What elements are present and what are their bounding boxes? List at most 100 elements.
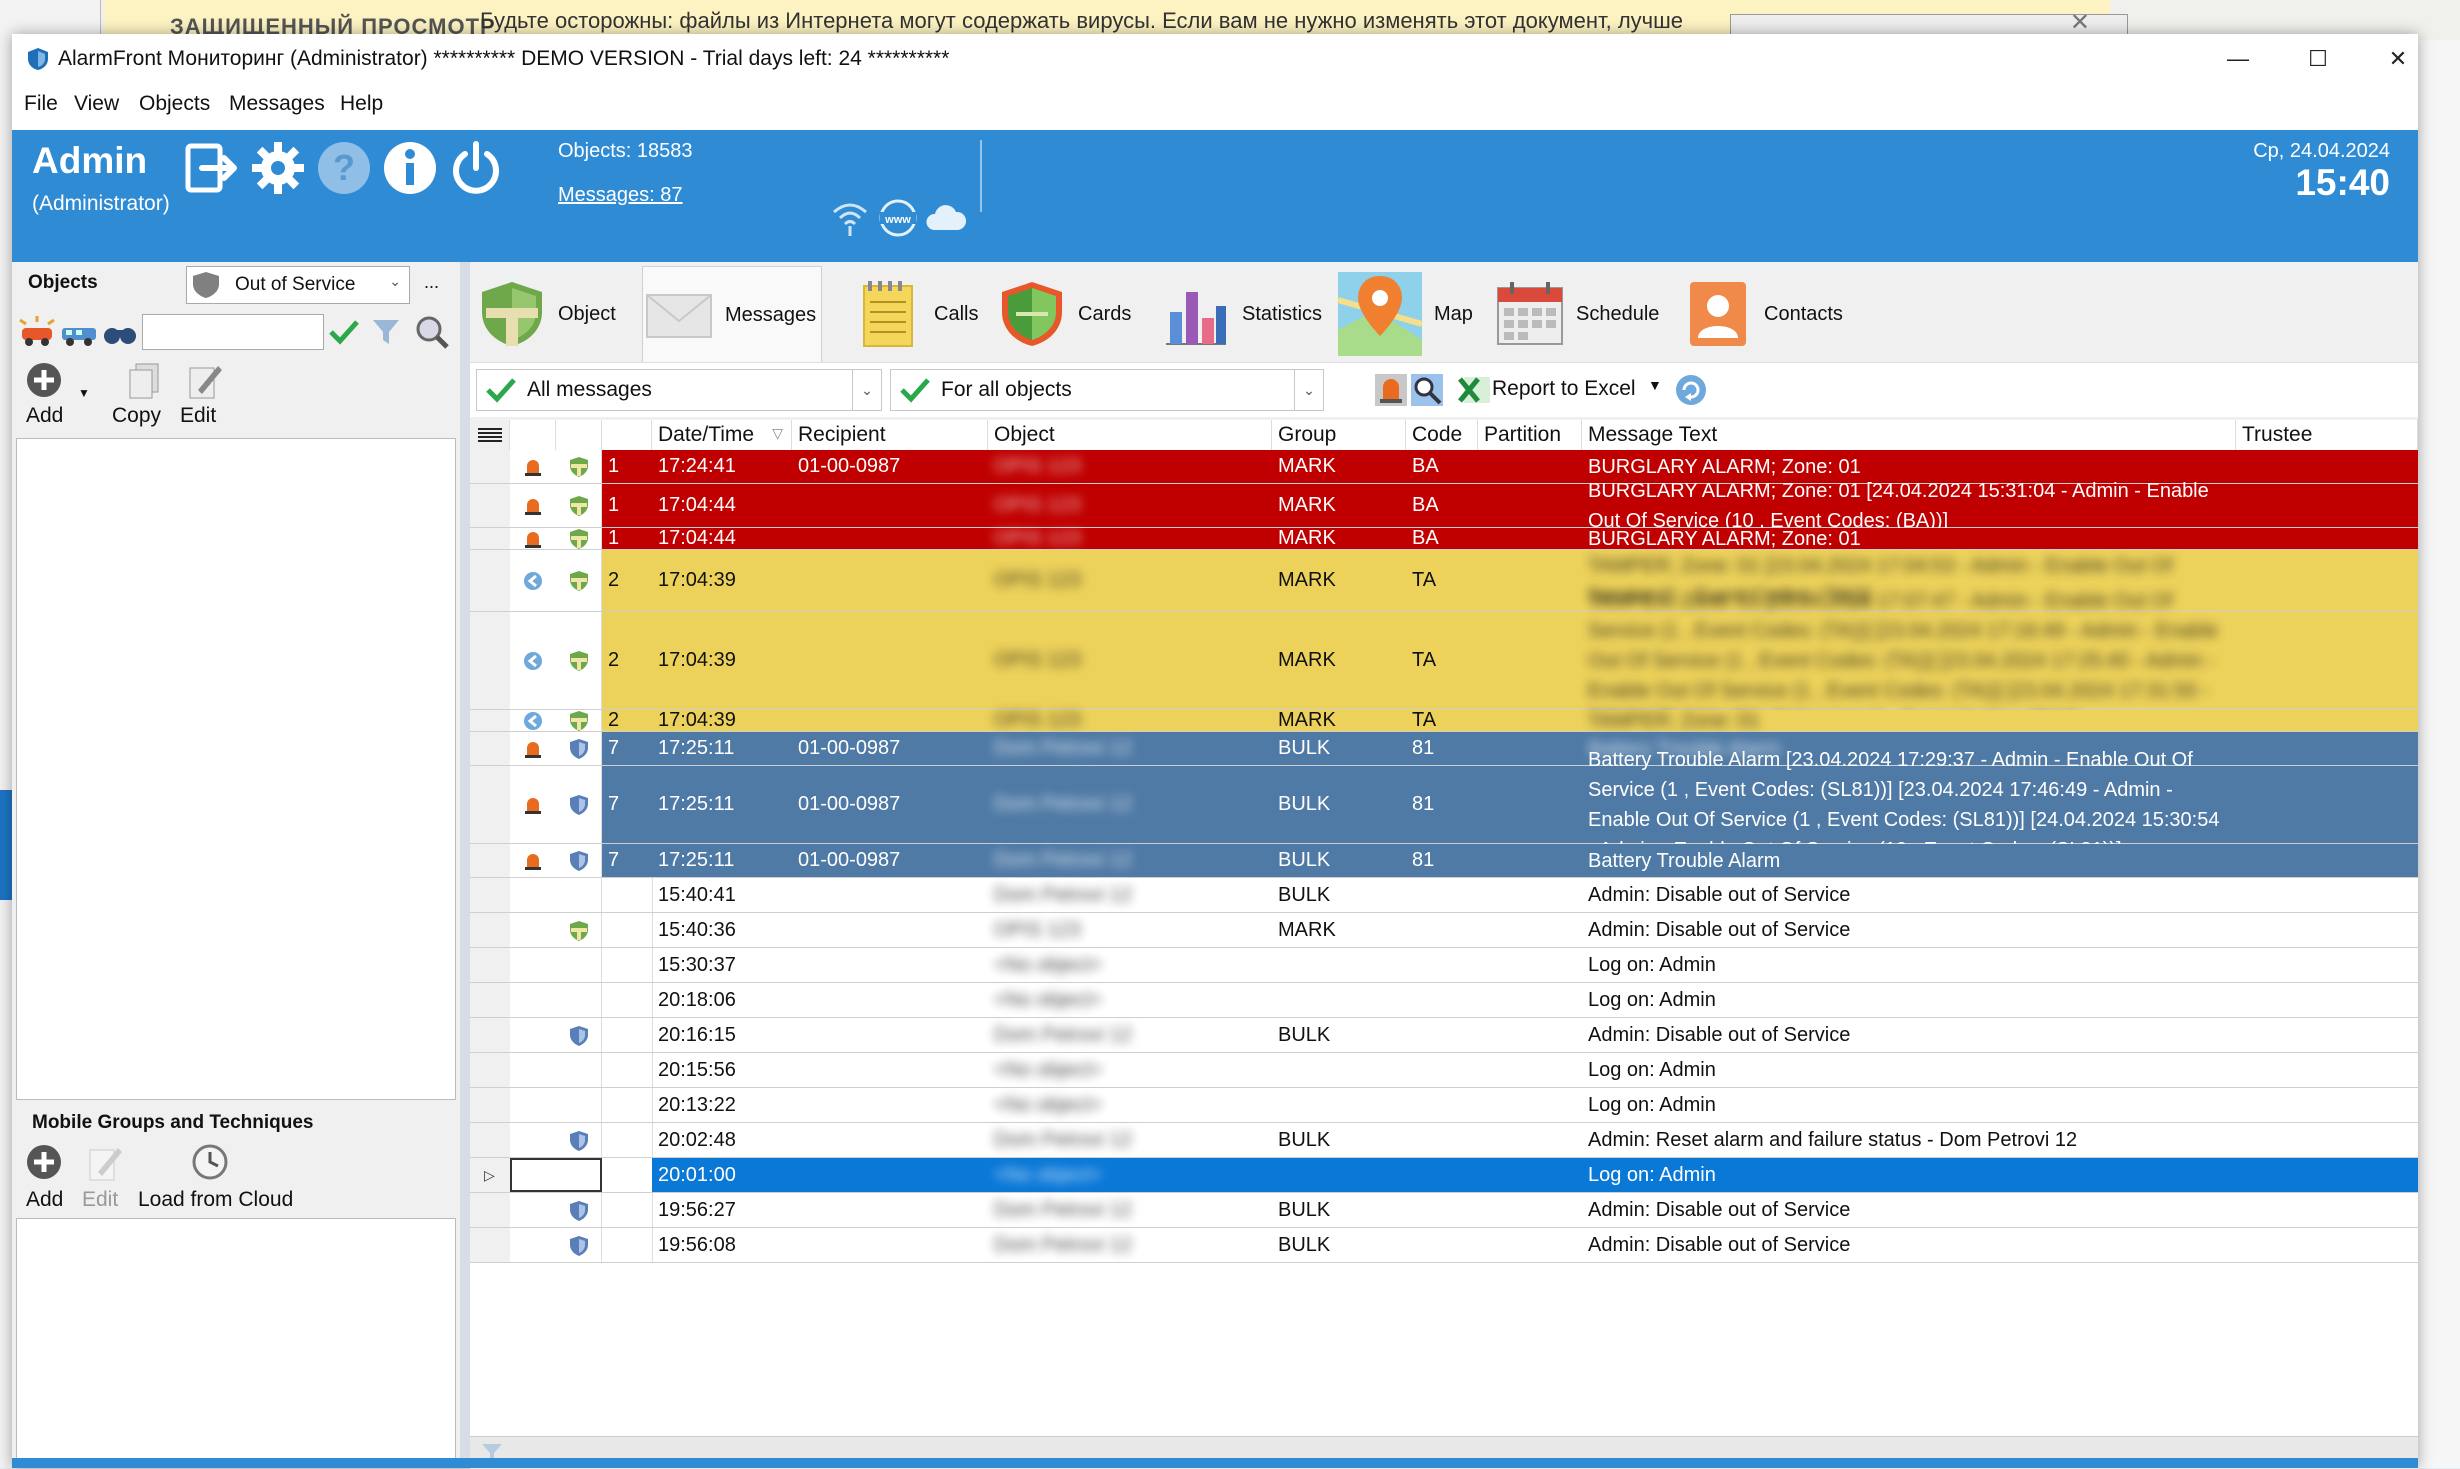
cell-recipient	[792, 983, 988, 1017]
table-row[interactable]: 20:13:22 <No object> Log on: Admin	[470, 1088, 2418, 1123]
table-row[interactable]: 7 17:25:11 01-00-0987 Dom Petrovi 12 BULK 81 B…	[470, 844, 2418, 878]
col-group[interactable]: Group	[1272, 420, 1406, 450]
row-indicator[interactable]	[470, 1228, 511, 1262]
menu-help[interactable]: Help	[340, 92, 383, 116]
search-icon[interactable]	[414, 314, 450, 350]
menu-messages[interactable]: Messages	[229, 92, 325, 116]
row-indicator[interactable]	[470, 732, 511, 765]
row-indicator[interactable]	[470, 878, 511, 912]
close-button[interactable]: ✕	[2358, 34, 2438, 84]
row-indicator[interactable]	[470, 710, 511, 731]
tab-contacts[interactable]: Contacts	[1682, 266, 1852, 362]
row-indicator[interactable]	[470, 983, 511, 1017]
tab-calls[interactable]: Calls	[852, 266, 992, 362]
objects-filter-dropdown[interactable]: Out of Service ⌄	[186, 266, 410, 304]
table-row[interactable]: 20:16:15 Dom Petrovi 12 BULK Admin: Disable…	[470, 1018, 2418, 1053]
logout-icon[interactable]	[184, 140, 240, 196]
power-icon[interactable]	[448, 140, 504, 196]
row-indicator[interactable]: ▷	[470, 1158, 511, 1192]
tab-statistics[interactable]: Statistics	[1160, 266, 1330, 362]
table-row[interactable]: 19:56:27 Dom Petrovi 12 BULK Admin: Disable…	[470, 1193, 2418, 1228]
row-indicator[interactable]	[470, 766, 511, 843]
objects-list[interactable]	[16, 438, 456, 1100]
table-row[interactable]: 15:40:36 OPIS 123 MARK Admin: Disable out o…	[470, 913, 2418, 948]
mobile-groups-list[interactable]	[16, 1218, 456, 1464]
binoculars-icon[interactable]	[102, 318, 138, 348]
row-indicator[interactable]	[470, 550, 511, 611]
filter-icon[interactable]	[370, 316, 402, 348]
messages-count-link[interactable]: Messages: 87	[558, 184, 683, 207]
cell-message: Log on: Admin	[1588, 1164, 1716, 1186]
tab-cards[interactable]: Cards	[996, 266, 1156, 362]
apply-check-icon[interactable]	[328, 318, 360, 346]
objects-search-input[interactable]	[142, 314, 324, 350]
row-indicator[interactable]	[470, 913, 511, 947]
info-icon[interactable]	[382, 140, 438, 196]
table-row-selected[interactable]: ▷ 20:01:00 <No object> Log on: Admin	[470, 1158, 2418, 1193]
menu-objects[interactable]: Objects	[139, 92, 210, 116]
row-indicator[interactable]	[470, 528, 511, 549]
row-indicator[interactable]	[470, 1053, 511, 1087]
table-row[interactable]: 1 17:04:44 OPIS 123 MARK BA BURGLARY ALARM; Z…	[470, 480, 2418, 532]
edit-object-button[interactable]: Edit	[180, 404, 216, 428]
row-indicator[interactable]	[470, 1193, 511, 1227]
row-indicator[interactable]	[470, 948, 511, 982]
table-row[interactable]: 7 17:25:11 01-00-0987 Dom Petrovi 12 BULK 81 B…	[470, 749, 2418, 861]
row-indicator[interactable]	[470, 1018, 511, 1052]
table-row[interactable]: 20:02:48 Dom Petrovi 12 BULK Admin: Reset a…	[470, 1123, 2418, 1158]
tab-map[interactable]: Map	[1336, 266, 1476, 362]
tab-schedule[interactable]: Schedule	[1494, 266, 1674, 362]
col-recipient[interactable]: Recipient	[792, 420, 988, 450]
table-row[interactable]: 2 17:04:39 OPIS 123 MARK TA TAMPER; Zone: 01	[470, 709, 2418, 732]
table-row[interactable]: 15:40:41 Dom Petrovi 12 BULK Admin: Disable…	[470, 878, 2418, 913]
refresh-icon[interactable]	[1674, 373, 1708, 407]
maximize-button[interactable]: ☐	[2278, 34, 2358, 84]
row-indicator[interactable]	[470, 450, 511, 483]
alarm-siren-icon[interactable]	[1374, 373, 1408, 407]
vehicle-icon[interactable]	[60, 318, 98, 348]
table-row[interactable]: 1 17:04:44 OPIS 123 MARK BA BURGLARY ALARM; Z…	[470, 527, 2418, 550]
settings-icon[interactable]	[250, 140, 306, 196]
table-row[interactable]: 20:15:56 <No object> Log on: Admin	[470, 1053, 2418, 1088]
menu-view[interactable]: View	[74, 92, 119, 116]
menu-file[interactable]: File	[24, 92, 58, 116]
objects-filter-combo[interactable]: For all objects ⌄	[890, 369, 1324, 411]
cell-recipient	[792, 1193, 988, 1227]
car-icon[interactable]	[18, 314, 56, 350]
more-button[interactable]: ...	[424, 272, 439, 293]
zoom-icon[interactable]	[1410, 373, 1444, 407]
tab-object[interactable]: Object	[476, 266, 636, 362]
report-dropdown-arrow[interactable]: ▼	[1648, 377, 1662, 393]
col-message-text[interactable]: Message Text	[1582, 420, 2236, 450]
close-icon[interactable]: ✕	[2070, 8, 2090, 37]
row-indicator[interactable]	[470, 612, 511, 709]
minimize-button[interactable]: —	[2198, 34, 2278, 84]
add-group-button[interactable]: Add	[26, 1188, 63, 1212]
messages-grid[interactable]: Date/Time ▽ Recipient Object Group Code …	[470, 420, 2418, 1436]
row-indicator[interactable]	[470, 484, 511, 527]
table-row[interactable]: 19:56:08 Dom Petrovi 12 BULK Admin: Disable…	[470, 1228, 2418, 1263]
help-icon[interactable]: ?	[316, 140, 372, 196]
col-object[interactable]: Object	[988, 420, 1272, 450]
col-trustee[interactable]: Trustee	[2236, 420, 2418, 450]
row-indicator[interactable]	[470, 1123, 511, 1157]
load-from-cloud-button[interactable]: Load from Cloud	[138, 1188, 293, 1212]
row-indicator[interactable]	[470, 844, 511, 877]
row-selector-header[interactable]	[470, 420, 510, 450]
table-row[interactable]: 15:30:37 <No object> Log on: Admin	[470, 948, 2418, 983]
tab-messages[interactable]: Messages	[642, 266, 822, 363]
col-partition[interactable]: Partition	[1478, 420, 1582, 450]
panel-splitter[interactable]	[460, 262, 470, 1468]
add-object-button[interactable]: Add	[26, 404, 63, 428]
messages-filter-combo[interactable]: All messages ⌄	[476, 369, 882, 411]
col-code[interactable]: Code	[1406, 420, 1478, 450]
table-row[interactable]: 2 17:04:39 OPIS 123 MARK TA TAMPER; Zone: 01 …	[470, 590, 2418, 732]
cell-object: OPIS 123	[994, 918, 1081, 941]
row-indicator[interactable]	[470, 1088, 511, 1122]
add-dropdown-arrow[interactable]: ▼	[78, 386, 90, 400]
col-datetime[interactable]: Date/Time ▽	[652, 420, 792, 450]
cell-message: Admin: Disable out of Service	[1588, 1199, 1851, 1221]
copy-object-button[interactable]: Copy	[112, 404, 161, 428]
report-to-excel-button[interactable]: Report to Excel	[1492, 377, 1636, 401]
table-row[interactable]: 20:18:06 <No object> Log on: Admin	[470, 983, 2418, 1018]
